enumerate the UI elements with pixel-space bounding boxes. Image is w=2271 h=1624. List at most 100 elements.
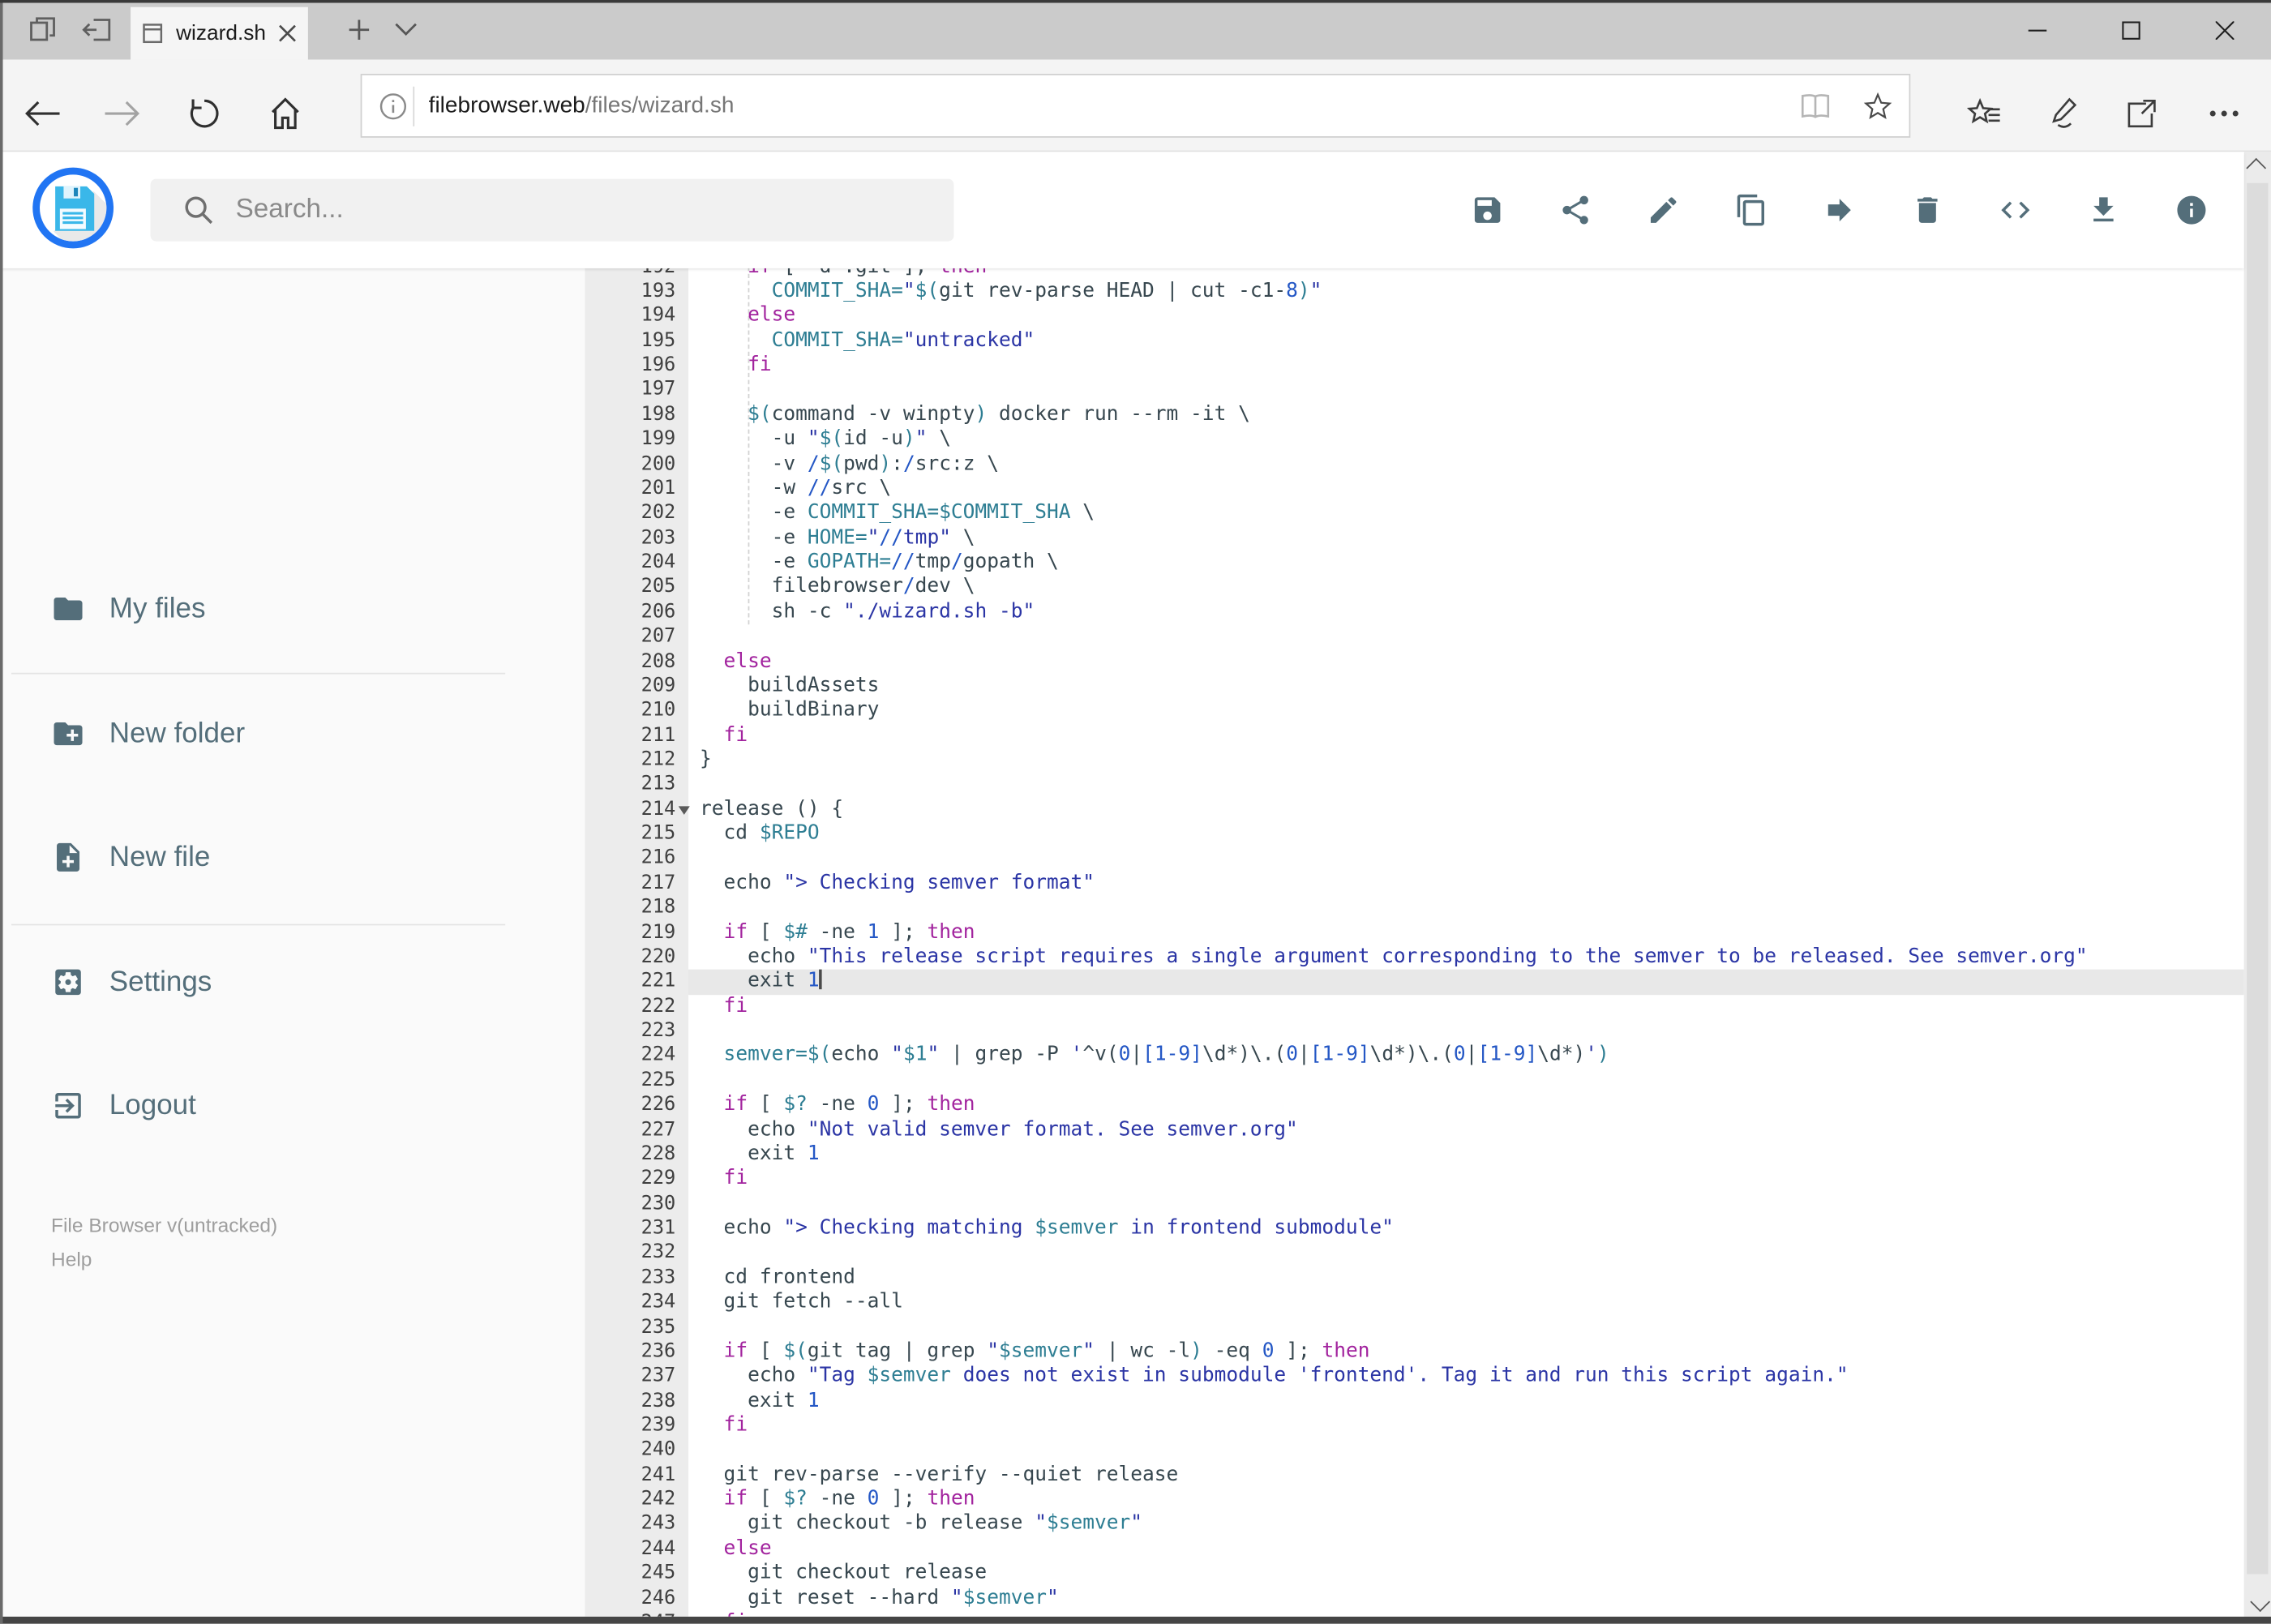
code-line[interactable]: echo "> Checking semver format"	[688, 872, 2244, 896]
code-line[interactable]: }	[688, 748, 2244, 773]
code-line[interactable]	[688, 625, 2244, 649]
code-line[interactable]: git fetch --all	[688, 1291, 2244, 1315]
forward-button[interactable]	[96, 88, 148, 139]
delete-button[interactable]	[1909, 192, 1945, 228]
code-line[interactable]: else	[688, 304, 2244, 328]
code-line[interactable]: -v /$(pwd):/src:z \	[688, 452, 2244, 477]
code-line[interactable]: fi	[688, 354, 2244, 378]
code-line[interactable]: buildAssets	[688, 674, 2244, 698]
code-line[interactable]	[688, 1241, 2244, 1266]
horizontal-scrollbar[interactable]	[0, 1616, 2271, 1624]
sidebar-item-new-file[interactable]: New file	[0, 817, 585, 897]
code-line[interactable]: if [ -d .git ]; then	[688, 268, 2244, 280]
more-menu-button[interactable]	[2199, 88, 2250, 139]
favorites-list-button[interactable]	[1959, 88, 2010, 139]
code-line[interactable]: fi	[688, 1167, 2244, 1191]
scrollbar-thumb[interactable]	[2247, 182, 2269, 1575]
code-line[interactable]: else	[688, 1537, 2244, 1562]
code-line[interactable]: fi	[688, 1611, 2244, 1617]
code-line[interactable]: -u "$(id -u)" \	[688, 427, 2244, 452]
code-line[interactable]: fi	[688, 723, 2244, 748]
code-line[interactable]: echo "Not valid semver format. See semve…	[688, 1118, 2244, 1142]
sidebar-item-new-folder[interactable]: New folder	[0, 694, 585, 773]
move-button[interactable]	[1821, 192, 1857, 228]
code-line[interactable]	[688, 1438, 2244, 1463]
code-line[interactable]: release () {	[688, 797, 2244, 821]
maximize-button[interactable]	[2084, 0, 2178, 60]
scroll-down-button[interactable]	[2244, 1590, 2271, 1617]
code-pane[interactable]: if [ -d .git ]; then COMMIT_SHA="$(git r…	[688, 268, 2244, 1617]
code-line[interactable]: echo "This release script requires a sin…	[688, 945, 2244, 970]
code-line[interactable]: buildBinary	[688, 699, 2244, 723]
code-line[interactable]: else	[688, 649, 2244, 674]
set-tabs-aside-button[interactable]	[68, 0, 125, 60]
copy-button[interactable]	[1733, 192, 1768, 228]
code-line[interactable]: exit 1	[688, 970, 2244, 995]
url-text[interactable]: filebrowser.web/files/wizard.sh	[429, 93, 1785, 119]
code-line[interactable]: git rev-parse --verify --quiet release	[688, 1463, 2244, 1487]
tab-preview-button[interactable]	[15, 0, 71, 60]
code-line[interactable]	[688, 773, 2244, 797]
code-line[interactable]	[688, 1069, 2244, 1093]
code-line[interactable]: cd frontend	[688, 1266, 2244, 1290]
code-line[interactable]: exit 1	[688, 1142, 2244, 1167]
code-line[interactable]: if [ $# -ne 1 ]; then	[688, 920, 2244, 945]
code-line[interactable]: $(command -v winpty) docker run --rm -it…	[688, 403, 2244, 427]
code-line[interactable]: filebrowser/dev \	[688, 576, 2244, 600]
scroll-up-button[interactable]	[2244, 152, 2271, 178]
code-line[interactable]	[688, 1315, 2244, 1339]
code-line[interactable]: -e COMMIT_SHA=$COMMIT_SHA \	[688, 501, 2244, 525]
info-button[interactable]	[2173, 192, 2209, 228]
refresh-button[interactable]	[179, 88, 230, 139]
tab-close-icon[interactable]	[278, 24, 297, 43]
sidebar-item-settings[interactable]: Settings	[0, 942, 585, 1022]
code-line[interactable]: fi	[688, 1414, 2244, 1438]
code-line[interactable]: if [ $? -ne 0 ]; then	[688, 1093, 2244, 1117]
code-line[interactable]: git checkout release	[688, 1562, 2244, 1586]
sidebar-item-my-files[interactable]: My files	[0, 569, 585, 649]
code-line[interactable]: git reset --hard "$semver"	[688, 1586, 2244, 1610]
code-line[interactable]: sh -c "./wizard.sh -b"	[688, 600, 2244, 624]
code-line[interactable]: cd $REPO	[688, 822, 2244, 846]
code-line[interactable]: fi	[688, 995, 2244, 1019]
vertical-scrollbar[interactable]	[2243, 152, 2271, 1617]
code-line[interactable]: semver=$(echo "$1" | grep -P '^v(0|[1-9]…	[688, 1043, 2244, 1068]
code-line[interactable]: if [ $? -ne 0 ]; then	[688, 1488, 2244, 1512]
add-favorite-button[interactable]	[1847, 75, 1909, 136]
close-window-button[interactable]	[2177, 0, 2271, 60]
save-button[interactable]	[1469, 192, 1505, 228]
site-info-icon[interactable]	[379, 92, 407, 120]
code-line[interactable]	[688, 1192, 2244, 1216]
help-link[interactable]: Help	[51, 1248, 92, 1270]
code-line[interactable]	[688, 846, 2244, 871]
reading-view-button[interactable]	[1785, 75, 1847, 136]
code-line[interactable]: if [ $(git tag | grep "$semver" | wc -l)…	[688, 1339, 2244, 1364]
code-line[interactable]: echo "Tag $semver does not exist in subm…	[688, 1365, 2244, 1389]
home-button[interactable]	[259, 88, 311, 139]
code-line[interactable]: COMMIT_SHA="$(git rev-parse HEAD | cut -…	[688, 280, 2244, 304]
minimize-button[interactable]	[1990, 0, 2084, 60]
search-input[interactable]: Search...	[150, 178, 954, 242]
code-line[interactable]	[688, 896, 2244, 920]
browser-tab[interactable]: wizard.sh	[131, 6, 308, 60]
share-button[interactable]	[1557, 192, 1592, 228]
address-bar[interactable]: filebrowser.web/files/wizard.sh	[360, 74, 1911, 138]
code-line[interactable]: -e HOME="//tmp" \	[688, 526, 2244, 551]
code-line[interactable]	[688, 378, 2244, 402]
sidebar-item-logout[interactable]: Logout	[0, 1066, 585, 1146]
code-line[interactable]: -e GOPATH=//tmp/gopath \	[688, 551, 2244, 575]
tab-list-button[interactable]	[378, 0, 435, 60]
code-line[interactable]: COMMIT_SHA="untracked"	[688, 329, 2244, 354]
download-button[interactable]	[2085, 192, 2121, 228]
code-line[interactable]: exit 1	[688, 1389, 2244, 1413]
code-line[interactable]: git checkout -b release "$semver"	[688, 1512, 2244, 1536]
share-page-button[interactable]	[2118, 88, 2169, 139]
back-button[interactable]	[17, 88, 68, 139]
annotate-button[interactable]	[2040, 88, 2091, 139]
code-line[interactable]	[688, 1019, 2244, 1043]
filebrowser-logo[interactable]	[32, 167, 114, 249]
code-line[interactable]: -w //src \	[688, 477, 2244, 501]
edit-button[interactable]	[1645, 192, 1681, 228]
raw-code-button[interactable]	[1997, 192, 2033, 228]
code-line[interactable]: echo "> Checking matching $semver in fro…	[688, 1216, 2244, 1240]
